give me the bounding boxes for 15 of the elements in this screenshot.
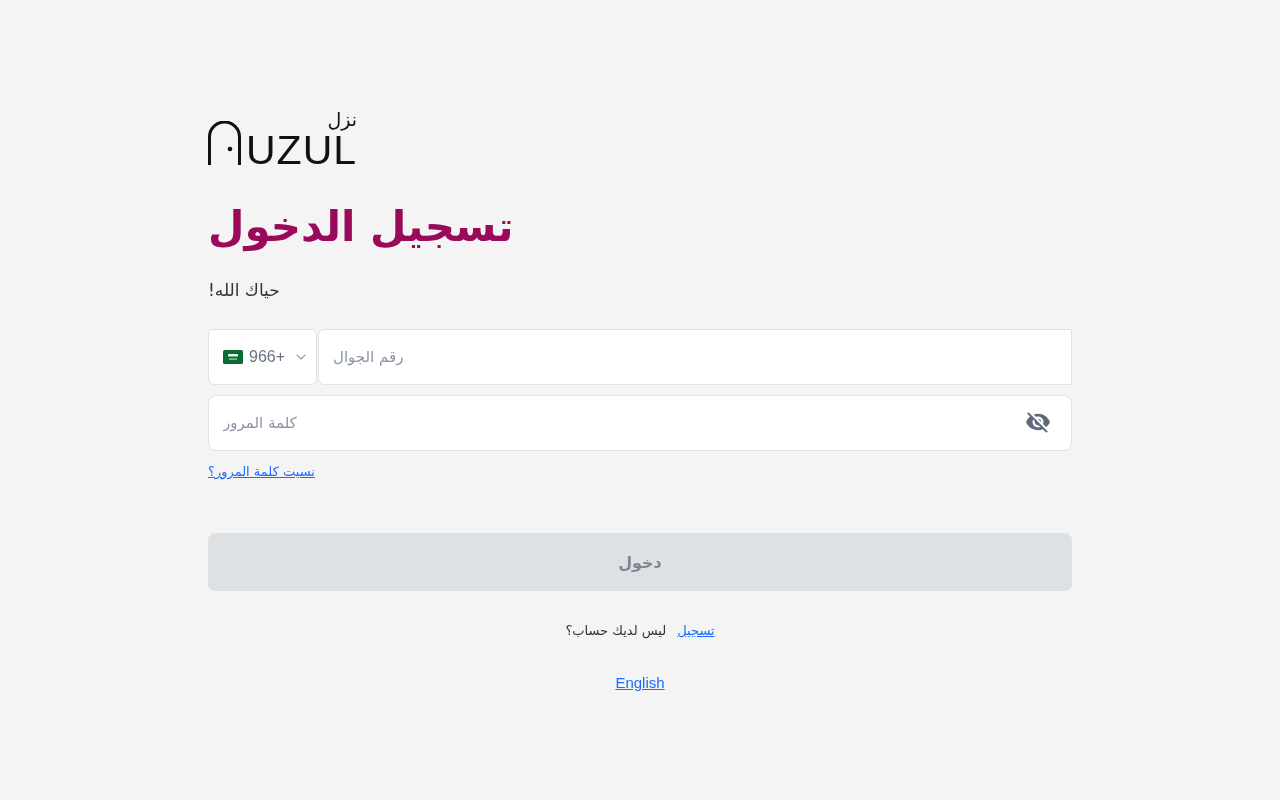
forgot-password-link[interactable]: نسيت كلمة المرور؟ xyxy=(208,463,315,481)
flag-icon xyxy=(223,350,243,364)
language-link[interactable]: English xyxy=(615,673,665,693)
logo-arch-icon xyxy=(208,121,241,165)
logo-arabic-text: نزل xyxy=(327,108,358,130)
signup-link[interactable]: تسجيل xyxy=(677,622,715,640)
country-code-select[interactable]: +966 xyxy=(208,329,317,385)
logo-wordmark: UZUL xyxy=(246,130,358,171)
eye-off-icon[interactable] xyxy=(1026,412,1050,433)
phone-input[interactable]: رقم الجوال xyxy=(318,329,1072,385)
page-heading: تسجيل الدخول xyxy=(208,201,514,254)
password-input[interactable]: كلمة المرور xyxy=(208,395,1072,451)
chevron-down-icon xyxy=(296,354,306,360)
no-account-text: ليس لديك حساب؟ xyxy=(565,622,667,640)
welcome-text: حياك الله! xyxy=(208,279,280,301)
